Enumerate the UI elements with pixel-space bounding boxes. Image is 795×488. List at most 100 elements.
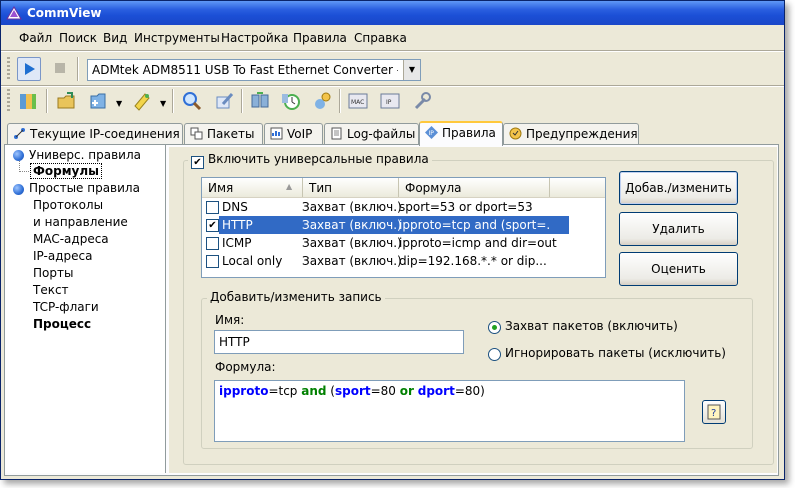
rule-checkbox[interactable] xyxy=(206,237,219,250)
rule-row-icmp[interactable]: ICMP Захват (включ.) ipproto=icmp and di… xyxy=(202,234,605,252)
rule-checkbox[interactable] xyxy=(206,255,219,268)
evaluate-button[interactable]: Оценить xyxy=(619,252,738,286)
start-capture-button[interactable] xyxy=(17,57,41,81)
formula-token: dport xyxy=(417,384,455,398)
toolbar-grip[interactable] xyxy=(7,57,10,81)
edit-button[interactable] xyxy=(213,90,235,112)
tab-alerts[interactable]: Предупреждения xyxy=(503,123,639,144)
tree-item-ip[interactable]: IP-адреса xyxy=(33,249,92,263)
tree-item-formulas[interactable]: Формулы xyxy=(29,163,103,179)
rule-row-local-only[interactable]: Local only Захват (включ.) dip=192.168.*… xyxy=(202,252,605,270)
tree-item-process[interactable]: Процесс xyxy=(33,317,91,331)
packets-icon xyxy=(190,127,203,140)
toolbar-separator xyxy=(241,89,243,113)
tab-rules-label: Правила xyxy=(442,126,496,140)
ignore-radio-label[interactable]: Игнорировать пакеты (исключить) xyxy=(505,346,726,360)
alerts-icon xyxy=(509,127,522,140)
tab-ip-connections[interactable]: Текущие IP-соединения xyxy=(7,123,183,144)
rule-checkbox[interactable]: ✔ xyxy=(206,219,219,232)
menu-view[interactable]: Вид xyxy=(103,31,127,45)
rules-list[interactable]: Имя ▲ Тип Формула DNS Захват (включ.) spo… xyxy=(201,177,606,278)
enable-rules-checkbox[interactable]: ✔ xyxy=(191,156,204,169)
rule-row-dns[interactable]: DNS Захват (включ.) sport=53 or dport=53 xyxy=(202,198,605,216)
save-dropdown-arrow[interactable]: ▼ xyxy=(116,99,122,108)
formula-label: Формула: xyxy=(215,360,276,374)
column-name[interactable]: Имя ▲ xyxy=(202,178,303,197)
save-button[interactable] xyxy=(87,90,109,112)
tree-item-universal-rules[interactable]: Универс. правила xyxy=(29,148,141,162)
stop-capture-button[interactable] xyxy=(49,57,71,79)
tree-item-simple-rules[interactable]: Простые правила xyxy=(29,181,140,195)
tree-item-protocols[interactable]: Протоколы xyxy=(33,198,103,212)
edit-icon xyxy=(216,92,234,109)
adapter-select[interactable]: ADMtek ADM8511 USB To Fast Ethernet Conv… xyxy=(87,59,421,81)
ignore-radio[interactable] xyxy=(488,348,501,361)
rule-name: ICMP xyxy=(222,236,252,250)
menu-bar: Файл Поиск Вид Инструменты Настройка Пра… xyxy=(1,27,784,49)
formula-token: =80 xyxy=(370,384,400,398)
formula-editor[interactable]: ipproto=tcp and (sport=80 or dport=80) xyxy=(214,380,685,442)
name-field[interactable]: HTTP xyxy=(214,330,464,354)
chevron-down-icon[interactable]: ▼ xyxy=(403,60,420,80)
mac-calc-button[interactable]: MAC xyxy=(347,90,369,112)
menu-rules[interactable]: Правила xyxy=(293,31,347,45)
tree-item-text[interactable]: Текст xyxy=(33,283,69,297)
tab-rules[interactable]: IP Правила xyxy=(419,121,503,146)
new-session-button[interactable] xyxy=(17,90,39,112)
window-title: CommView xyxy=(27,6,102,20)
column-formula[interactable]: Формула xyxy=(399,178,550,197)
tab-packets[interactable]: Пакеты xyxy=(184,123,263,144)
rule-type: Захват (включ.) xyxy=(302,254,402,268)
formula-help-button[interactable]: ? xyxy=(702,400,726,424)
user-icon xyxy=(315,92,331,109)
rules-list-header: Имя ▲ Тип Формула xyxy=(202,178,605,198)
user-button[interactable] xyxy=(311,90,333,112)
tree-item-mac[interactable]: MAC-адреса xyxy=(33,232,109,246)
menu-tools[interactable]: Инструменты xyxy=(134,31,220,45)
tab-voip[interactable]: VoIP xyxy=(264,123,323,144)
stop-icon xyxy=(55,63,65,73)
bookmark-button[interactable] xyxy=(131,90,153,112)
formula-token: =80) xyxy=(454,384,485,398)
column-type[interactable]: Тип xyxy=(303,178,399,197)
bookmark-dropdown-arrow[interactable]: ▼ xyxy=(160,99,166,108)
menu-help[interactable]: Справка xyxy=(354,31,407,45)
rule-row-http[interactable]: ✔ HTTP Захват (включ.) ipproto=tcp and (… xyxy=(202,216,605,234)
formula-token: =tcp xyxy=(268,384,302,398)
delete-button[interactable]: Удалить xyxy=(619,212,738,246)
open-button[interactable] xyxy=(55,90,77,112)
rule-type: Захват (включ.) xyxy=(302,218,402,232)
capture-radio-label[interactable]: Захват пакетов (включить) xyxy=(505,319,678,333)
wrench-icon xyxy=(414,92,431,110)
formula-token: or xyxy=(399,384,414,398)
tab-alerts-label: Предупреждения xyxy=(526,127,638,141)
open-icon xyxy=(57,92,75,109)
ip-button[interactable] xyxy=(249,90,271,112)
tab-log-files-label: Log-файлы xyxy=(347,127,416,141)
sort-arrow-icon: ▲ xyxy=(286,182,293,191)
toolbar2-grip[interactable] xyxy=(7,89,10,113)
enable-rules-toggle[interactable]: ✔ Включить универсальные правила xyxy=(188,152,432,169)
tree-item-direction[interactable]: и направление xyxy=(33,215,128,229)
capture-radio[interactable] xyxy=(488,321,501,334)
tab-ip-connections-label: Текущие IP-соединения xyxy=(30,127,180,141)
rule-checkbox[interactable] xyxy=(206,201,219,214)
help-icon: ? xyxy=(707,404,721,420)
ip-calc-button[interactable]: IP xyxy=(379,90,401,112)
timer-button[interactable] xyxy=(280,90,302,112)
tab-log-files[interactable]: Log-файлы xyxy=(324,123,419,144)
add-edit-button[interactable]: Добав./изменить xyxy=(619,171,738,205)
tab-packets-label: Пакеты xyxy=(207,127,255,141)
rule-formula: ipproto=tcp and (sport=... xyxy=(399,218,551,232)
tree-item-ports[interactable]: Порты xyxy=(33,266,73,280)
search-button[interactable] xyxy=(181,90,203,112)
menu-file[interactable]: Файл xyxy=(19,31,52,45)
menu-search[interactable]: Поиск xyxy=(59,31,97,45)
formula-token: sport xyxy=(334,384,371,398)
network-icon xyxy=(14,128,25,139)
tree-item-tcp-flags[interactable]: TCP-флаги xyxy=(33,300,99,314)
settings-button[interactable] xyxy=(411,90,433,112)
title-bar[interactable]: CommView xyxy=(1,1,784,25)
tree-node-icon xyxy=(13,150,24,161)
menu-settings[interactable]: Настройка xyxy=(221,31,288,45)
